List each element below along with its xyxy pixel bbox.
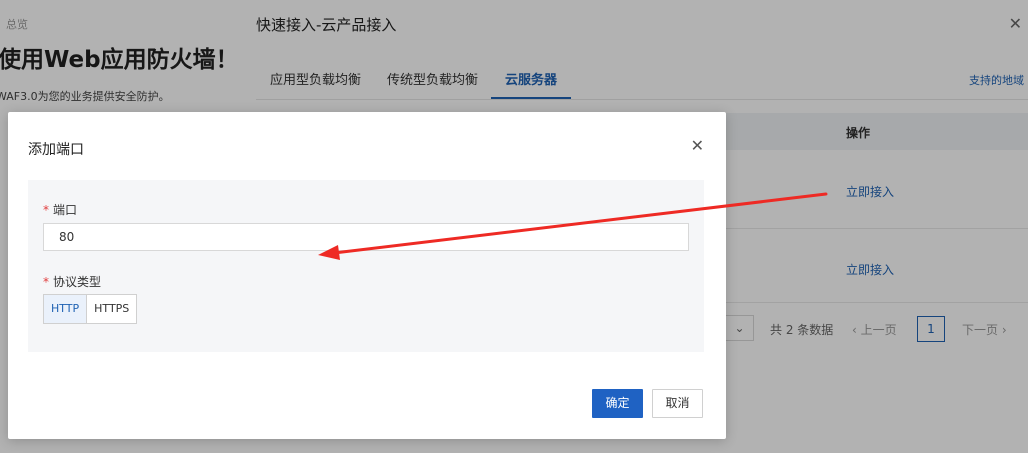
protocol-option-https[interactable]: HTTPS (87, 294, 138, 324)
close-icon[interactable]: ✕ (691, 136, 704, 155)
cancel-button[interactable]: 取消 (652, 389, 703, 418)
dialog-title: 添加端口 (28, 142, 84, 158)
required-mark: * (43, 203, 49, 217)
confirm-button[interactable]: 确定 (592, 389, 643, 418)
port-label: * 端口 (43, 201, 77, 218)
protocol-selector: HTTP HTTPS (43, 294, 138, 324)
protocol-option-http[interactable]: HTTP (43, 294, 88, 324)
required-mark: * (43, 275, 49, 289)
port-label-text: 端口 (53, 203, 78, 217)
port-input[interactable]: 80 (43, 223, 689, 251)
protocol-label: * 协议类型 (43, 273, 101, 290)
add-port-dialog: 添加端口 ✕ * 端口 80 * 协议类型 HTTP HTTPS 确定 取消 (8, 112, 726, 439)
protocol-label-text: 协议类型 (53, 275, 102, 289)
form-panel: * 端口 80 * 协议类型 HTTP HTTPS (28, 180, 704, 352)
